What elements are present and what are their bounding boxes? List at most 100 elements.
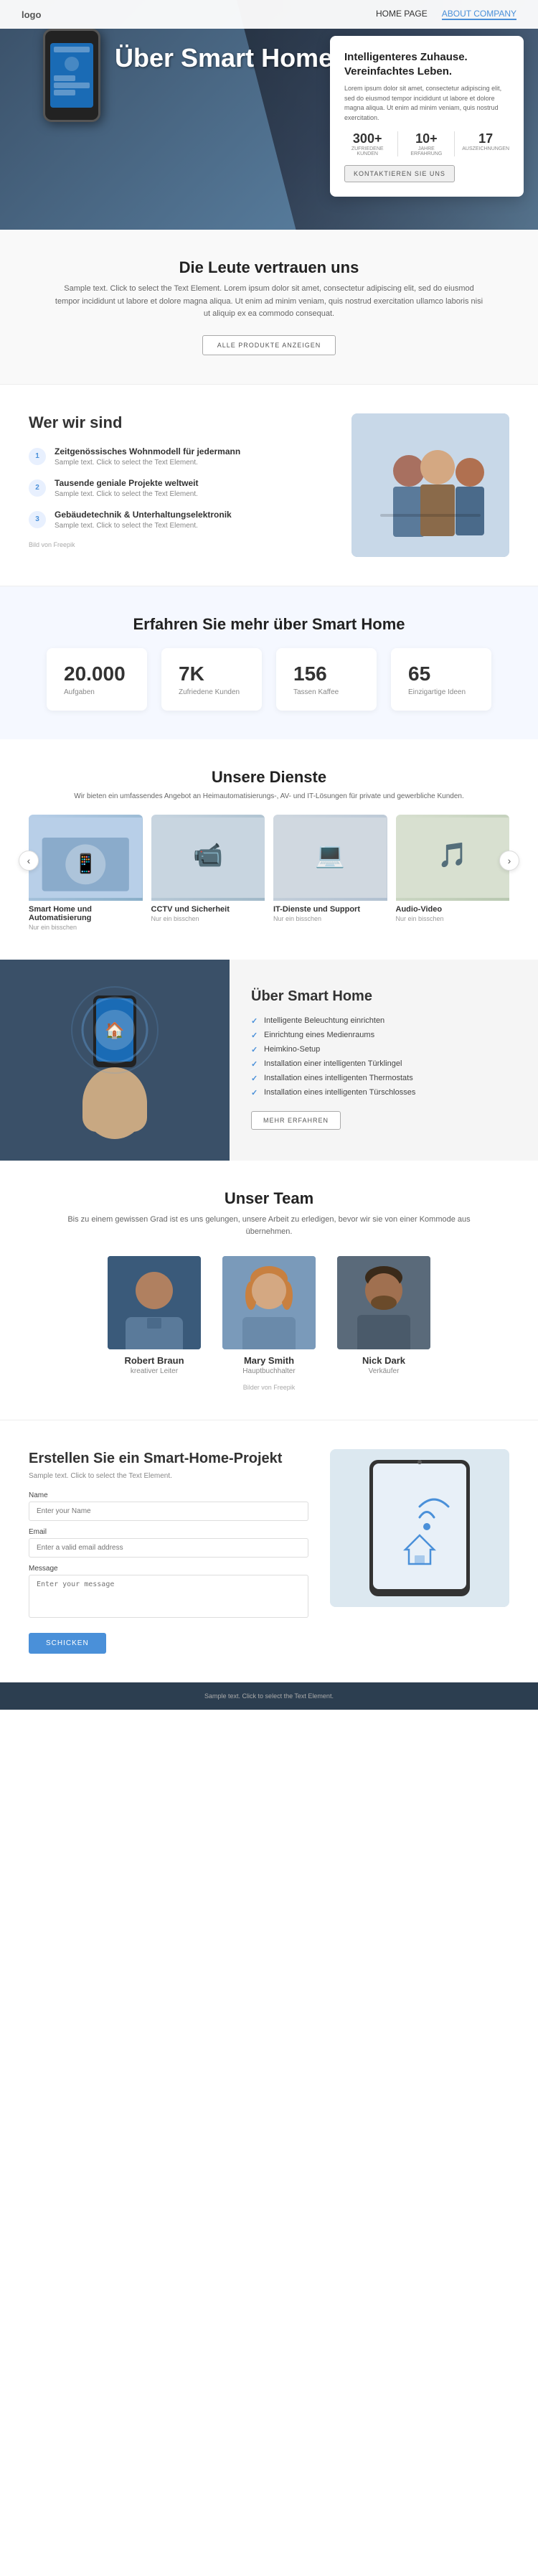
team-name-robert: Robert Braun xyxy=(108,1355,201,1366)
stat-card-2: 7K Zufriedene Kunden xyxy=(161,648,262,711)
stats-section: Erfahren Sie mehr über Smart Home 20.000… xyxy=(0,586,538,739)
who-section: Wer wir sind 1 Zeitgenössisches Wohnmode… xyxy=(0,385,538,586)
hero-phone xyxy=(43,29,100,122)
stat-card-3: 156 Tassen Kaffee xyxy=(276,648,377,711)
nav-about[interactable]: ABOUT COMPANY xyxy=(442,9,516,20)
who-item-1-content: Zeitgenössisches Wohnmodell für jederman… xyxy=(55,446,240,467)
hero-stat-1-num: 300+ xyxy=(344,131,390,146)
team-desc: Bis zu einem gewissen Grad ist es uns ge… xyxy=(54,1214,484,1239)
stats-row: 20.000 Aufgaben 7K Zufriedene Kunden 156… xyxy=(29,648,509,711)
logo: logo xyxy=(22,9,41,20)
phone-bar-1 xyxy=(54,47,90,52)
team-section: Unser Team Bis zu einem gewissen Grad is… xyxy=(0,1161,538,1420)
service-card-1-sub: Nur ein bisschen xyxy=(29,924,143,931)
team-img-robert xyxy=(108,1256,201,1349)
service-card-3-label: IT-Dienste und Support xyxy=(273,905,387,914)
robert-avatar xyxy=(108,1256,201,1349)
service-card-4-bg: 🎵 xyxy=(396,815,510,901)
hero-stat-1: 300+ ZUFRIEDENE KUNDEN xyxy=(344,131,390,156)
team-name-nick: Nick Dark xyxy=(337,1355,430,1366)
hero-stat-div-1 xyxy=(397,131,398,156)
hero-title-area: Über Smart Homes xyxy=(115,43,347,73)
who-num-3: 3 xyxy=(29,511,46,528)
submit-btn[interactable]: SCHICKEN xyxy=(29,1633,106,1654)
about-smart-img-inner: 🏠 xyxy=(0,960,230,1161)
hero-card: Intelligenteres Zuhause. Vereinfachtes L… xyxy=(330,36,524,197)
stats-title: Erfahren Sie mehr über Smart Home xyxy=(29,615,509,634)
who-item-3-content: Gebäudetechnik & Unterhaltungselektronik… xyxy=(55,510,232,530)
tablet-image xyxy=(330,1449,509,1607)
who-num-1: 1 xyxy=(29,448,46,465)
service-card-1-label: Smart Home und Automatisierung xyxy=(29,905,143,922)
who-img-content xyxy=(351,413,509,557)
hero-stat-1-label: ZUFRIEDENE KUNDEN xyxy=(344,146,390,156)
service-card-4-label: Audio-Video xyxy=(396,905,510,914)
check-item-5: Installation eines intelligenten Thermos… xyxy=(251,1074,516,1082)
stat-3-num: 156 xyxy=(293,662,359,685)
who-item-2-text: Sample text. Click to select the Text El… xyxy=(55,490,199,498)
learn-more-btn[interactable]: MEHR ERFAHREN xyxy=(251,1111,341,1130)
contact-title: Erstellen Sie ein Smart-Home-Projekt xyxy=(29,1449,308,1468)
team-card-nick: Nick Dark Verkäufer xyxy=(337,1256,430,1375)
check-item-3: Heimkino-Setup xyxy=(251,1045,516,1054)
check-item-6: Installation eines intelligenten Türschl… xyxy=(251,1088,516,1097)
about-smart-title: Über Smart Home xyxy=(251,988,516,1005)
stat-1-label: Aufgaben xyxy=(64,688,130,696)
mary-avatar xyxy=(222,1256,316,1349)
services-title: Unsere Dienste xyxy=(29,768,509,787)
email-input[interactable] xyxy=(29,1538,308,1558)
slider-prev-btn[interactable]: ‹ xyxy=(19,851,39,871)
service-card-1: 📱 Smart Home und Automatisierung Nur ein… xyxy=(29,815,143,931)
svg-text:📹: 📹 xyxy=(193,842,223,868)
slider-next-btn[interactable]: › xyxy=(499,851,519,871)
form-group-name: Name xyxy=(29,1491,308,1521)
team-name-mary: Mary Smith xyxy=(222,1355,316,1366)
stat-4-label: Einzigartige Ideen xyxy=(408,688,474,696)
trust-btn[interactable]: ALLE PRODUKTE ANZEIGEN xyxy=(202,335,336,355)
team-title: Unser Team xyxy=(29,1189,509,1208)
message-input[interactable] xyxy=(29,1575,308,1618)
hero-card-body: Lorem ipsum dolor sit amet, consectetur … xyxy=(344,84,509,123)
hero-contact-btn[interactable]: KONTAKTIEREN SIE UNS xyxy=(344,165,455,182)
nav-links: HOME PAGE ABOUT COMPANY xyxy=(376,9,516,20)
it-img: 💻 xyxy=(273,815,387,901)
services-section: Unsere Dienste Wir bieten ein umfassende… xyxy=(0,739,538,960)
hero-stat-3-num: 17 xyxy=(462,131,509,146)
svg-text:🏠: 🏠 xyxy=(105,1021,124,1039)
svg-text:📱: 📱 xyxy=(74,853,98,874)
name-input[interactable] xyxy=(29,1502,308,1521)
nick-avatar xyxy=(337,1256,430,1349)
form-group-message: Message xyxy=(29,1565,308,1621)
trust-title: Die Leute vertrauen uns xyxy=(29,258,509,277)
service-card-1-bg: 📱 xyxy=(29,815,143,901)
stat-2-label: Zufriedene Kunden xyxy=(179,688,245,696)
contact-right xyxy=(330,1449,509,1607)
nav-home[interactable]: HOME PAGE xyxy=(376,9,428,20)
hero-phone-screen xyxy=(50,43,93,108)
footer: Sample text. Click to select the Text El… xyxy=(0,1682,538,1710)
services-row: 📱 Smart Home und Automatisierung Nur ein… xyxy=(29,815,509,931)
name-label: Name xyxy=(29,1491,308,1499)
team-image-credit: Bilder von Freepik xyxy=(29,1384,509,1391)
phone-bar-2 xyxy=(54,75,75,81)
who-title: Wer wir sind xyxy=(29,413,330,432)
smart-home-hand-img: 🏠 xyxy=(0,960,230,1161)
about-smart-content: Über Smart Home Intelligente Beleuchtung… xyxy=(230,960,538,1161)
hero-stats: 300+ ZUFRIEDENE KUNDEN 10+ JAHRE ERFAHRU… xyxy=(344,131,509,156)
service-card-4: 🎵 Audio-Video Nur ein bisschen xyxy=(396,815,510,931)
service-card-2-sub: Nur ein bisschen xyxy=(151,915,265,922)
who-image xyxy=(351,413,509,557)
service-card-3: 💻 IT-Dienste und Support Nur ein bissche… xyxy=(273,815,387,931)
hero-stat-2: 10+ JAHRE ERFAHRUNG xyxy=(405,131,447,156)
stat-card-4: 65 Einzigartige Ideen xyxy=(391,648,491,711)
who-item-1-text: Sample text. Click to select the Text El… xyxy=(55,459,240,467)
team-role-nick: Verkäufer xyxy=(337,1367,430,1375)
check-item-2: Einrichtung eines Medienraums xyxy=(251,1031,516,1039)
service-card-3-sub: Nur ein bisschen xyxy=(273,915,387,922)
who-image-credit: Bild von Freepik xyxy=(29,541,330,548)
hero-stat-2-label: JAHRE ERFAHRUNG xyxy=(405,146,447,156)
service-card-2-bg: 📹 xyxy=(151,815,265,901)
contact-desc: Sample text. Click to select the Text El… xyxy=(29,1472,308,1480)
who-item-1: 1 Zeitgenössisches Wohnmodell für jederm… xyxy=(29,446,330,467)
who-item-2: 2 Tausende geniale Projekte weltweit Sam… xyxy=(29,478,330,498)
